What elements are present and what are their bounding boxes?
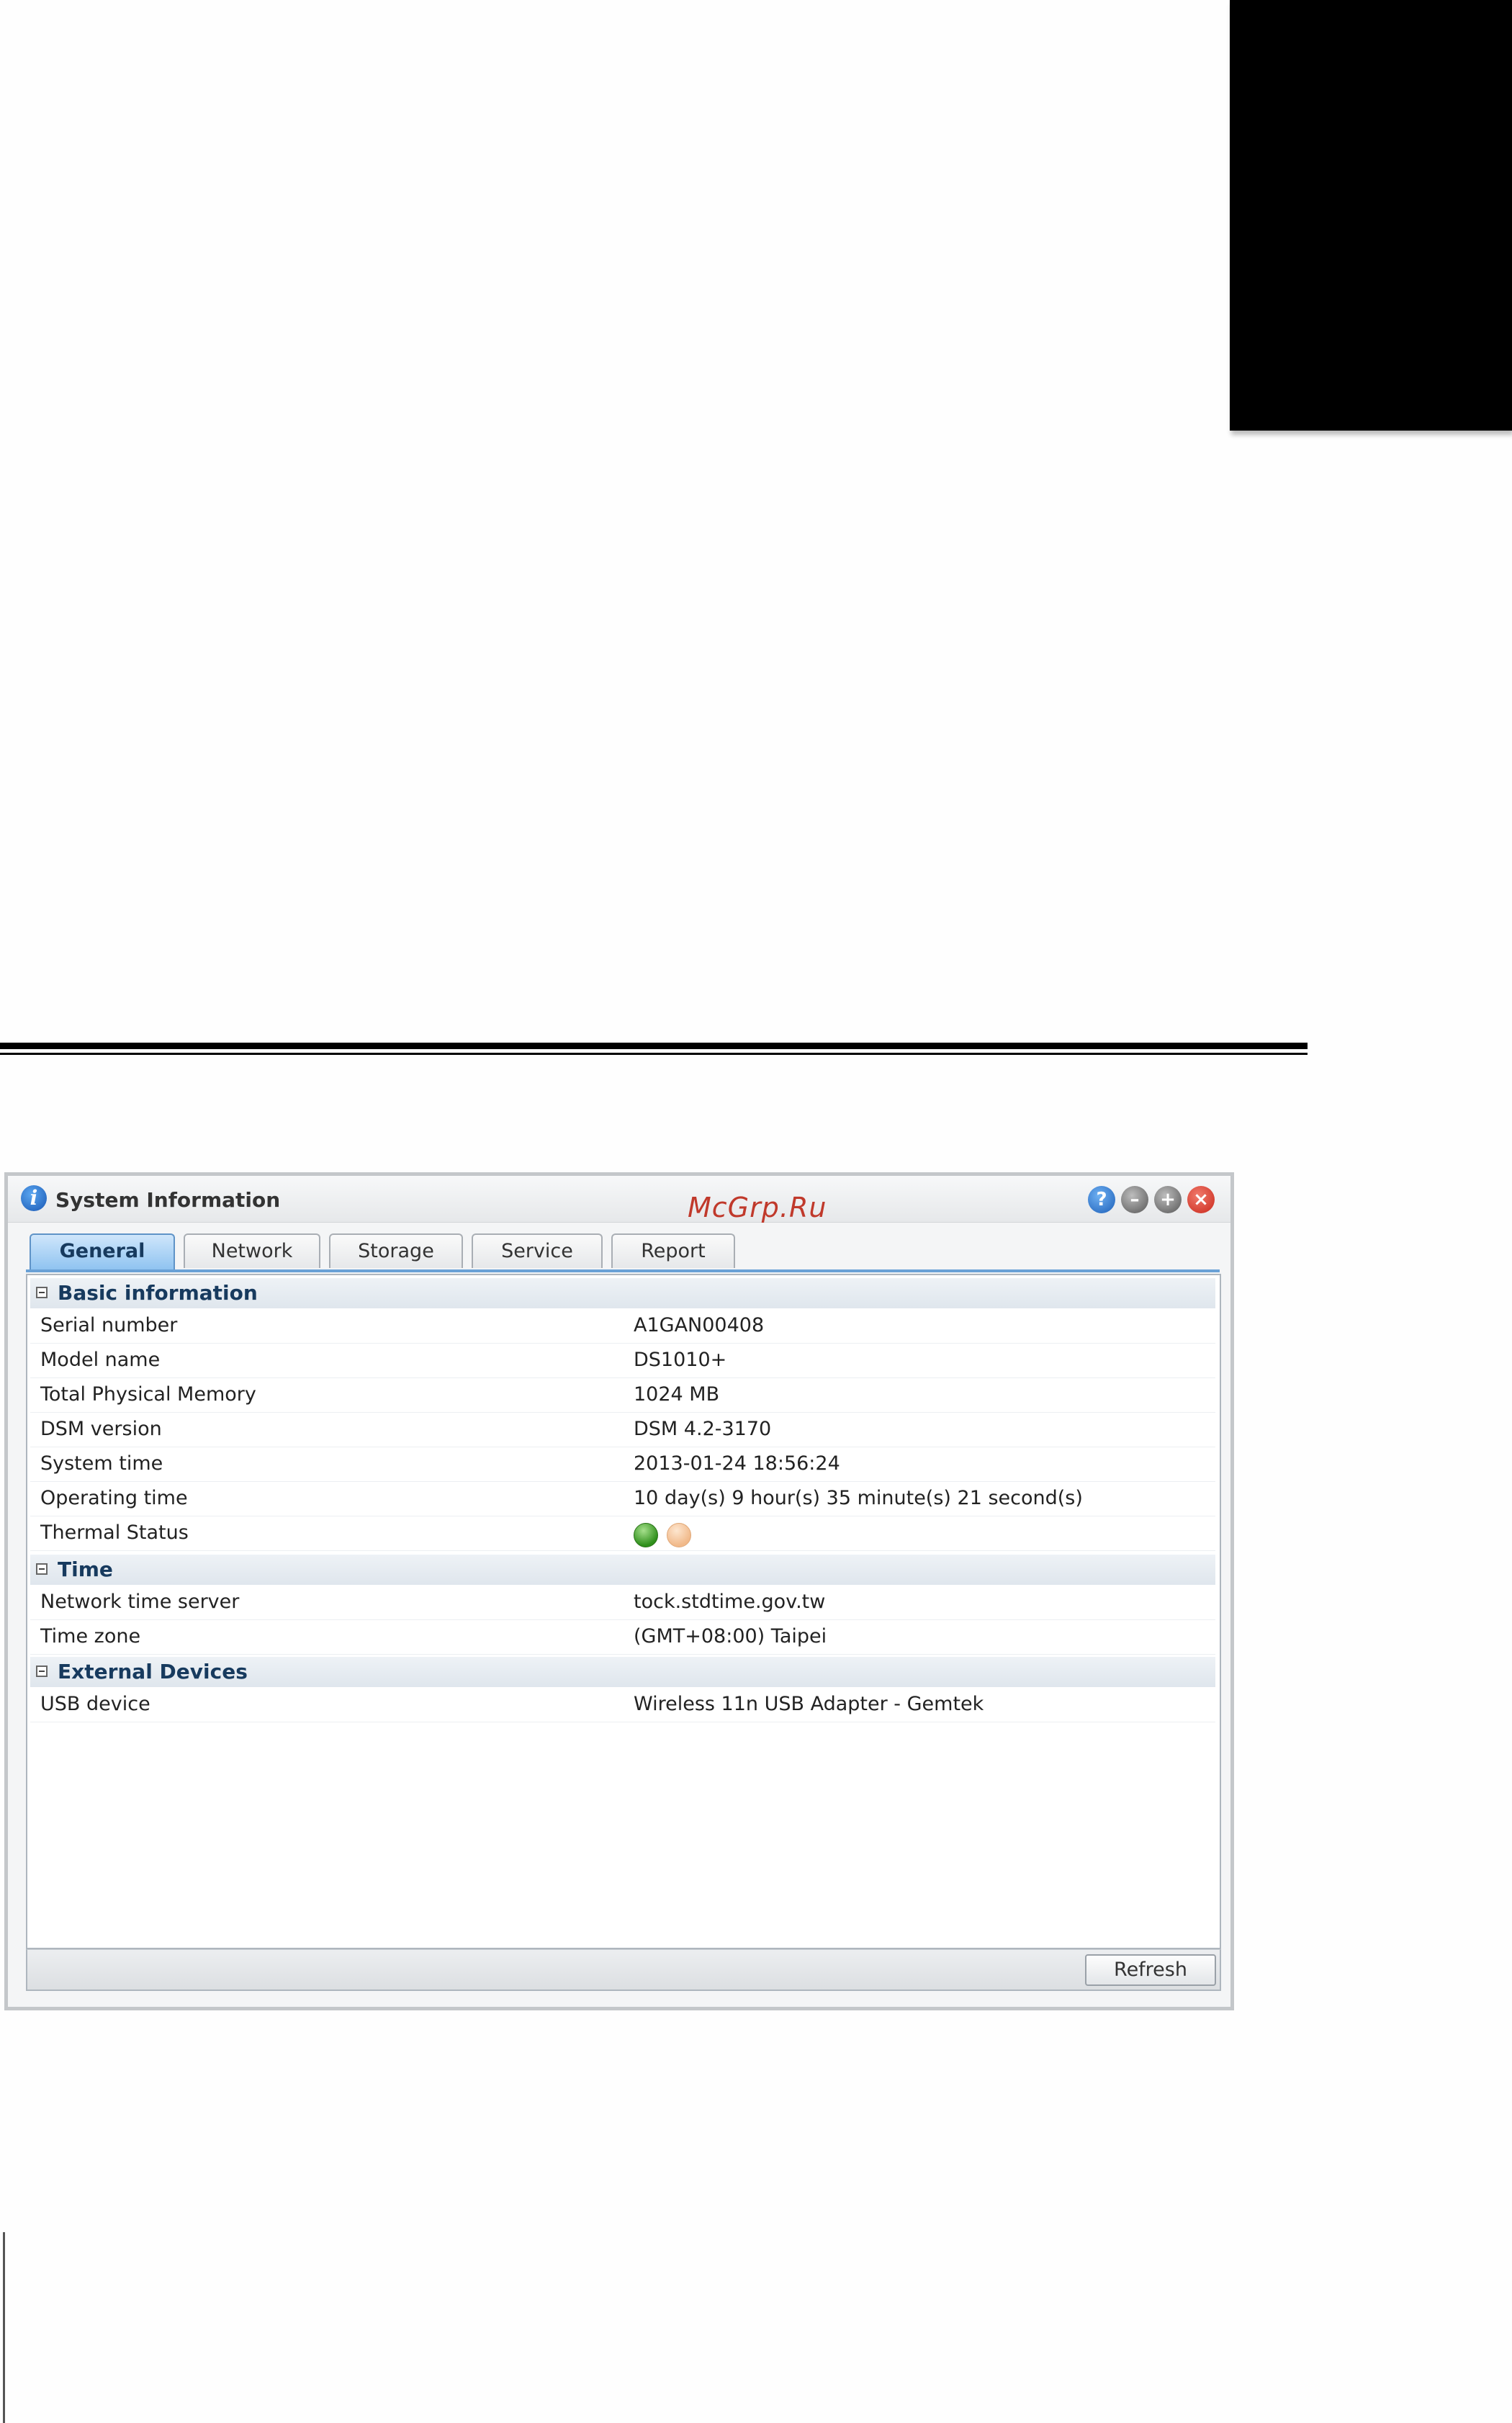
row-value: DS1010+ — [634, 1349, 727, 1371]
system-information-window: i System Information ? – + × General Net… — [4, 1172, 1234, 2010]
collapse-icon[interactable] — [36, 1563, 48, 1575]
row-value: (GMT+08:00) Taipei — [634, 1625, 827, 1647]
section-rule-thick — [0, 1043, 1308, 1049]
info-icon: i — [21, 1185, 47, 1211]
row-label: Thermal Status — [40, 1521, 189, 1544]
info-row-time-zone: Time zone (GMT+08:00) Taipei — [30, 1619, 1215, 1655]
row-label: USB device — [40, 1693, 150, 1715]
section-title: External Devices — [58, 1660, 248, 1683]
tab-service[interactable]: Service — [472, 1233, 603, 1268]
info-row-serial-number: Serial number A1GAN00408 — [30, 1308, 1215, 1344]
row-label: Model name — [40, 1349, 161, 1371]
section-external-devices[interactable]: External Devices — [30, 1657, 1215, 1687]
info-row-model-name: Model name DS1010+ — [30, 1343, 1215, 1378]
tab-general[interactable]: General — [30, 1233, 175, 1271]
general-info-panel: Basic information Serial number A1GAN004… — [26, 1274, 1221, 1949]
row-value: 1024 MB — [634, 1383, 720, 1406]
row-label: Network time server — [40, 1591, 240, 1613]
row-label: Operating time — [40, 1487, 188, 1509]
page-margin-line — [3, 2232, 5, 2423]
row-value: 10 day(s) 9 hour(s) 35 minute(s) 21 seco… — [634, 1487, 1083, 1509]
row-value: 2013-01-24 18:56:24 — [634, 1452, 840, 1475]
refresh-button[interactable]: Refresh — [1085, 1954, 1216, 1986]
row-label: Total Physical Memory — [40, 1383, 256, 1406]
tab-network[interactable]: Network — [184, 1233, 320, 1268]
window-titlebar: i System Information ? – + × — [8, 1176, 1230, 1223]
collapse-icon[interactable] — [36, 1665, 48, 1677]
row-value: Wireless 11n USB Adapter - Gemtek — [634, 1693, 984, 1715]
row-label: Serial number — [40, 1314, 178, 1336]
window-title: System Information — [55, 1188, 281, 1212]
info-row-thermal-status: Thermal Status — [30, 1516, 1215, 1551]
watermark-text: McGrp.Ru — [688, 1192, 827, 1223]
chapter-tab-block — [1230, 0, 1512, 431]
info-row-usb-device: USB device Wireless 11n USB Adapter - Ge… — [30, 1687, 1215, 1722]
help-icon[interactable]: ? — [1088, 1186, 1115, 1213]
row-label: Time zone — [40, 1625, 141, 1647]
tab-underline — [26, 1269, 1220, 1272]
row-label: DSM version — [40, 1418, 162, 1440]
info-row-system-time: System time 2013-01-24 18:56:24 — [30, 1447, 1215, 1482]
thermal-warning-indicator-icon — [667, 1523, 691, 1547]
close-icon[interactable]: × — [1187, 1186, 1215, 1213]
tab-report[interactable]: Report — [611, 1233, 735, 1268]
row-value: DSM 4.2-3170 — [634, 1418, 772, 1440]
info-row-dsm-version: DSM version DSM 4.2-3170 — [30, 1412, 1215, 1447]
section-basic-information[interactable]: Basic information — [30, 1278, 1215, 1308]
maximize-icon[interactable]: + — [1154, 1186, 1182, 1213]
section-title: Time — [58, 1557, 113, 1581]
row-value: A1GAN00408 — [634, 1314, 765, 1336]
row-label: System time — [40, 1452, 163, 1475]
section-title: Basic information — [58, 1281, 258, 1305]
thermal-normal-indicator-icon — [634, 1523, 658, 1547]
collapse-icon[interactable] — [36, 1287, 48, 1298]
minimize-icon[interactable]: – — [1121, 1186, 1148, 1213]
tab-storage[interactable]: Storage — [329, 1233, 463, 1268]
info-row-total-memory: Total Physical Memory 1024 MB — [30, 1377, 1215, 1413]
section-time[interactable]: Time — [30, 1555, 1215, 1585]
section-rule-thin — [0, 1053, 1308, 1055]
row-value: tock.stdtime.gov.tw — [634, 1591, 826, 1613]
window-footer: Refresh — [26, 1949, 1221, 1991]
info-row-operating-time: Operating time 10 day(s) 9 hour(s) 35 mi… — [30, 1481, 1215, 1516]
info-row-ntp-server: Network time server tock.stdtime.gov.tw — [30, 1585, 1215, 1620]
